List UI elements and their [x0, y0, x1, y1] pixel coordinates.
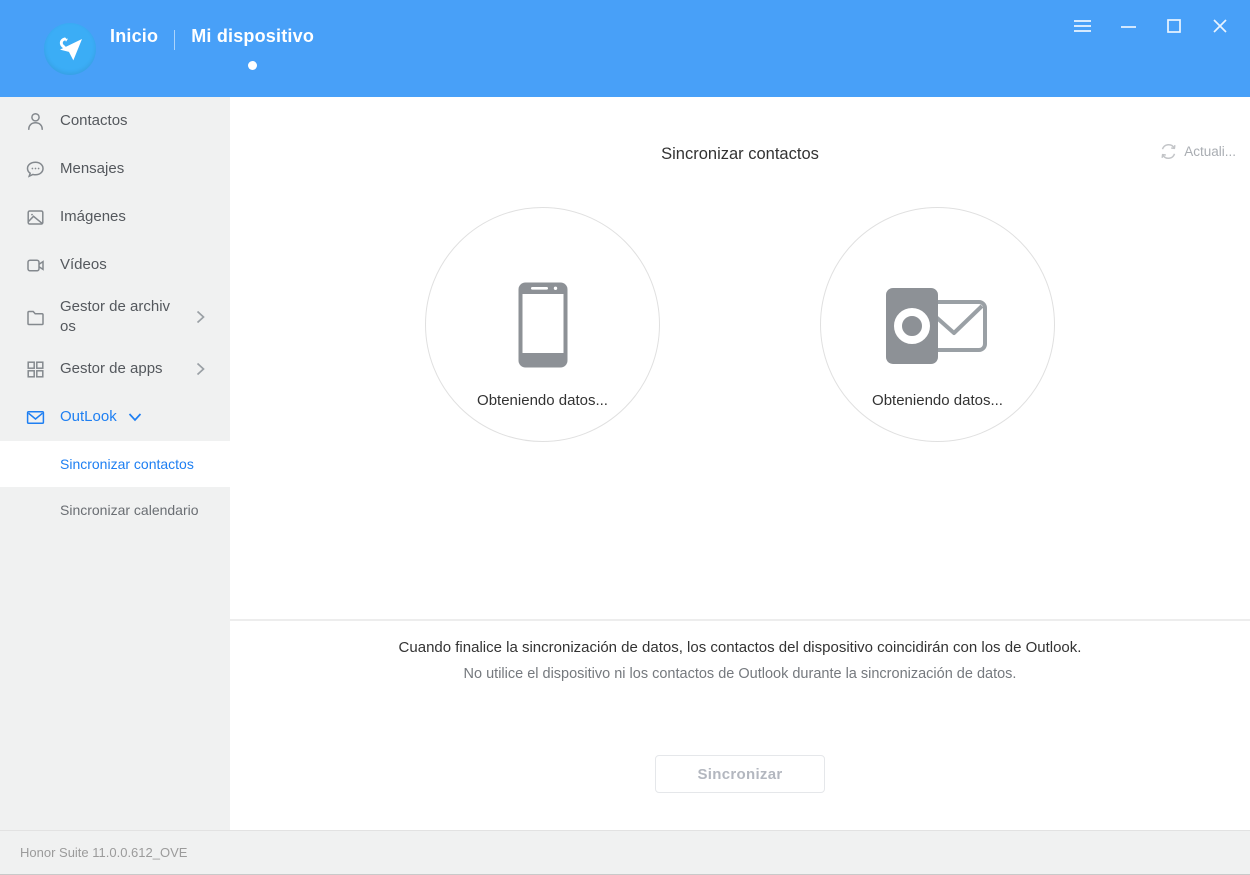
subitem-label: Sincronizar calendario: [60, 502, 199, 518]
app-body: Contactos Mensajes: [0, 97, 1250, 830]
chevron-right-icon: [196, 362, 205, 376]
device-status-text: Obteniendo datos...: [477, 392, 608, 409]
sidebar-item-label: Imágenes: [60, 207, 126, 227]
refresh-button[interactable]: Actuali...: [1160, 143, 1236, 160]
outlook-sync-card: Obteniendo datos...: [820, 207, 1055, 442]
minimize-button[interactable]: [1114, 12, 1142, 40]
maximize-button[interactable]: [1160, 12, 1188, 40]
sidebar-item-mensajes[interactable]: Mensajes: [0, 145, 230, 193]
close-button[interactable]: [1206, 12, 1234, 40]
contacts-icon: [25, 111, 46, 132]
honor-suite-window: Inicio Mi dispositivo: [0, 0, 1250, 875]
sidebar-item-label: Vídeos: [60, 255, 107, 275]
sidebar-item-imagenes[interactable]: Imágenes: [0, 193, 230, 241]
main-nav: Inicio Mi dispositivo: [110, 26, 314, 70]
sidebar-item-label: Mensajes: [60, 159, 124, 179]
device-sync-card: Obteniendo datos...: [425, 207, 660, 442]
sidebar-item-gestor-archivos[interactable]: Gestor de archivos: [0, 289, 230, 345]
chevron-right-icon: [196, 310, 205, 324]
tab-mi-dispositivo-label: Mi dispositivo: [191, 26, 314, 47]
sidebar-item-label: Gestor de archivos: [60, 297, 176, 338]
sidebar-item-contactos[interactable]: Contactos: [0, 97, 230, 145]
outlook-status-text: Obteniendo datos...: [872, 392, 1003, 409]
sidebar-item-gestor-apps[interactable]: Gestor de apps: [0, 345, 230, 393]
sidebar-item-label: Contactos: [60, 111, 128, 131]
maximize-icon: [1167, 19, 1181, 33]
main-content: Sincronizar contactos Actuali...: [230, 97, 1250, 830]
menu-button[interactable]: [1068, 12, 1096, 40]
page-title: Sincronizar contactos: [230, 145, 1250, 164]
menu-icon: [1074, 19, 1091, 33]
sidebar-item-label: OutLook: [60, 407, 117, 427]
videos-icon: [25, 255, 46, 276]
tab-inicio[interactable]: Inicio: [110, 26, 158, 70]
tab-inicio-label: Inicio: [110, 26, 158, 47]
window-controls: [1068, 12, 1234, 40]
refresh-icon: [1160, 143, 1177, 160]
paper-plane-icon: [54, 33, 86, 65]
outlook-envelope-icon: [25, 407, 46, 428]
sidebar-item-label: Gestor de apps: [60, 359, 163, 379]
titlebar: Inicio Mi dispositivo: [0, 0, 1250, 97]
subitem-label: Sincronizar contactos: [60, 456, 194, 472]
phone-icon: [518, 258, 568, 368]
sync-cards: Obteniendo datos... Obteniendo datos...: [230, 207, 1250, 442]
sidebar-item-videos[interactable]: Vídeos: [0, 241, 230, 289]
messages-icon: [25, 159, 46, 180]
sidebar-subitem-sincronizar-contactos[interactable]: Sincronizar contactos: [0, 441, 230, 487]
active-tab-dot: [248, 61, 257, 70]
tab-mi-dispositivo[interactable]: Mi dispositivo: [191, 26, 314, 70]
outlook-app-icon: [882, 258, 994, 368]
statusbar: Honor Suite 11.0.0.612_OVE: [0, 830, 1250, 875]
images-icon: [25, 207, 46, 228]
minimize-icon: [1121, 19, 1136, 33]
app-logo: [44, 23, 96, 75]
sidebar-subitem-sincronizar-calendario[interactable]: Sincronizar calendario: [0, 487, 230, 533]
chevron-down-icon: [128, 413, 142, 422]
sync-info-secondary: No utilice el dispositivo ni los contact…: [230, 666, 1250, 682]
close-icon: [1213, 19, 1227, 33]
file-manager-icon: [25, 307, 46, 328]
content-divider: [230, 619, 1250, 621]
sync-info-primary: Cuando finalice la sincronización de dat…: [230, 639, 1250, 656]
tab-separator: [174, 30, 175, 50]
app-manager-icon: [25, 359, 46, 380]
sincronizar-button[interactable]: Sincronizar: [655, 755, 825, 793]
app-version-text: Honor Suite 11.0.0.612_OVE: [20, 845, 187, 860]
sidebar-item-outlook[interactable]: OutLook: [0, 393, 230, 441]
refresh-label: Actuali...: [1184, 144, 1236, 159]
sidebar: Contactos Mensajes: [0, 97, 230, 830]
